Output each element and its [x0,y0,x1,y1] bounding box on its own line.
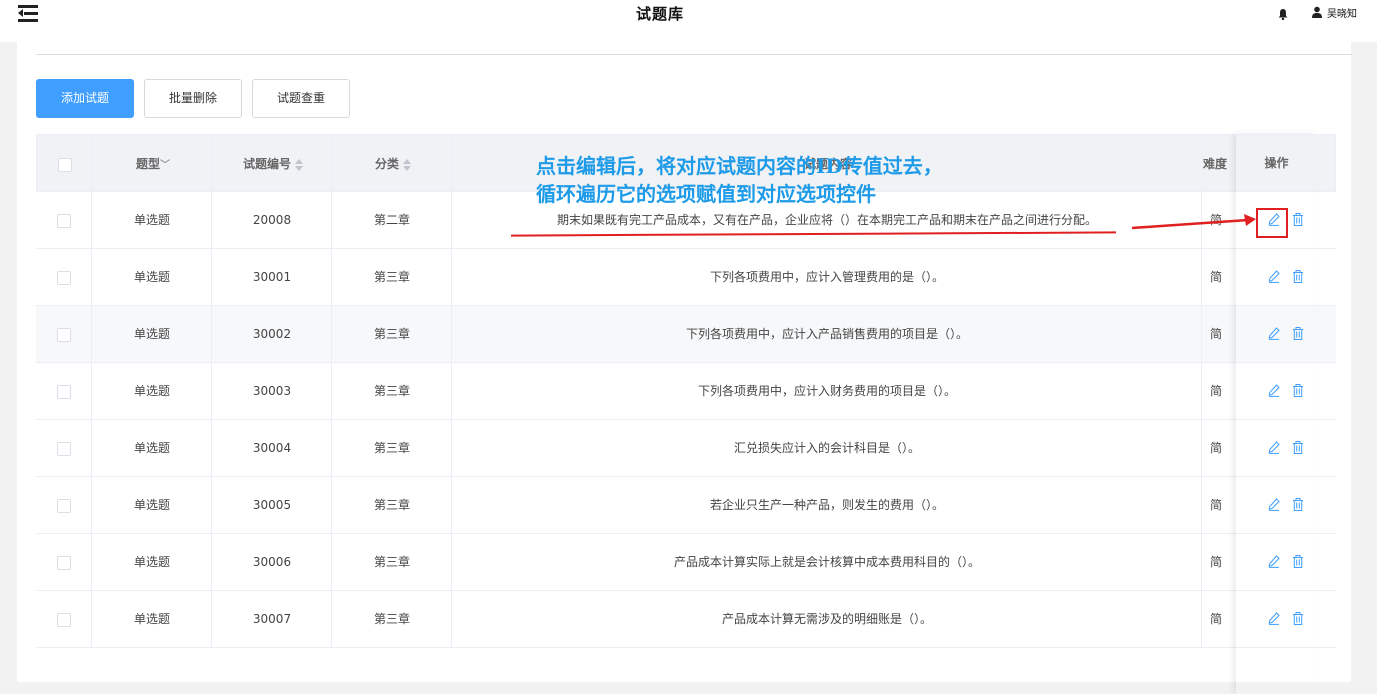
edit-icon[interactable] [1268,270,1280,283]
cell-category: 第三章 [373,384,410,398]
table-row[interactable]: 单选题 30002 第三章 下列各项费用中，应计入产品销售费用的项目是（）。简 [36,306,1336,363]
delete-icon[interactable] [1292,384,1304,397]
annotation-note: 点击编辑后，将对应试题内容的ID传值过去， 循环遍历它的选项赋值到对应选项控件 [536,152,943,208]
cell-content: 产品成本计算无需涉及的明细账是（）。 [721,612,932,626]
delete-icon[interactable] [1292,555,1304,568]
delete-icon[interactable] [1292,441,1304,454]
cell-number: 30001 [252,270,292,284]
cell-type: 单选题 [133,612,170,626]
delete-icon[interactable] [1292,213,1304,226]
header-number-label: 试题编号 [242,157,291,171]
edit-icon[interactable] [1268,498,1280,511]
header-number[interactable]: 试题编号 [213,135,333,193]
highlight-box [1256,208,1288,238]
sort-icon[interactable] [403,158,411,171]
delete-icon[interactable] [1292,327,1304,340]
row-actions [1236,477,1317,534]
cell-content: 下列各项费用中，应计入管理费用的是（）。 [709,270,944,284]
row-checkbox[interactable] [57,328,71,342]
table-row[interactable]: 单选题 30001 第三章 下列各项费用中，应计入管理费用的是（）。简 [36,249,1336,306]
sort-icon[interactable] [295,158,303,171]
header-type[interactable]: 题型﹀ [93,135,213,193]
cell-number: 30003 [252,384,292,398]
cell-type: 单选题 [133,498,170,512]
content-panel: 添加试题 批量删除 试题查重 题型﹀ 试题编号 分类 试题内容 难度 单选题 20… [17,42,1352,682]
cell-category: 第三章 [373,327,410,341]
edit-icon[interactable] [1268,384,1280,397]
user-name[interactable]: 吴晓知 [1327,5,1357,20]
cell-number: 20008 [252,213,292,227]
cell-content: 若企业只生产一种产品，则发生的费用（）。 [709,498,944,512]
cell-content: 下列各项费用中，应计入财务费用的项目是（）。 [697,384,956,398]
edit-icon[interactable] [1268,555,1280,568]
cell-content: 汇兑损失应计入的会计科目是（）。 [733,441,920,455]
row-actions [1236,249,1317,306]
delete-icon[interactable] [1292,270,1304,283]
cell-type: 单选题 [133,213,170,227]
row-checkbox[interactable] [57,214,71,228]
divider [36,54,1352,55]
cell-type: 单选题 [133,555,170,569]
row-checkbox[interactable] [57,556,71,570]
table-row[interactable]: 单选题 30006 第三章 产品成本计算实际上就是会计核算中成本费用科目的（）。简 [36,534,1336,591]
header-category-label: 分类 [374,157,399,171]
table-row[interactable]: 单选题 30004 第三章 汇兑损失应计入的会计科目是（）。简 [36,420,1336,477]
row-actions [1236,306,1317,363]
row-actions [1236,591,1317,648]
user-icon[interactable] [1312,6,1322,18]
table-row[interactable]: 单选题 30003 第三章 下列各项费用中，应计入财务费用的项目是（）。简 [36,363,1336,420]
cell-number: 30002 [252,327,292,341]
delete-icon[interactable] [1292,612,1304,625]
row-checkbox[interactable] [57,385,71,399]
cell-category: 第三章 [373,270,410,284]
check-duplicate-button[interactable]: 试题查重 [252,79,350,118]
row-checkbox[interactable] [57,499,71,513]
edit-icon[interactable] [1268,327,1280,340]
batch-delete-button[interactable]: 批量删除 [144,79,242,118]
cell-category: 第三章 [373,441,410,455]
top-bar: 试题库 吴晓知 [0,0,1377,42]
edit-icon[interactable] [1268,441,1280,454]
cell-number: 30004 [252,441,292,455]
add-question-button[interactable]: 添加试题 [36,79,134,118]
select-all-checkbox[interactable] [58,158,72,172]
cell-category: 第三章 [373,612,410,626]
row-checkbox[interactable] [57,442,71,456]
cell-number: 30006 [252,555,292,569]
cell-content: 下列各项费用中，应计入产品销售费用的项目是（）。 [685,327,968,341]
header-category[interactable]: 分类 [333,135,453,193]
cell-category: 第二章 [373,213,410,227]
row-checkbox[interactable] [57,613,71,627]
arrow-icon [1131,214,1256,230]
delete-icon[interactable] [1292,498,1304,511]
edit-icon[interactable] [1268,612,1280,625]
header-actions: 操作 [1236,134,1317,192]
bell-icon[interactable] [1278,8,1288,20]
header-type-label: 题型 [135,157,160,171]
row-actions [1236,420,1317,477]
annotation-line-2: 循环遍历它的选项赋值到对应选项控件 [536,182,876,206]
cell-type: 单选题 [133,327,170,341]
cell-type: 单选题 [133,270,170,284]
cell-category: 第三章 [373,498,410,512]
table-row[interactable]: 单选题 30007 第三章 产品成本计算无需涉及的明细账是（）。简 [36,591,1336,648]
row-actions [1236,363,1317,420]
cell-number: 30005 [252,498,292,512]
cell-number: 30007 [252,612,292,626]
annotation-line-1: 点击编辑后，将对应试题内容的ID传值过去， [536,154,943,178]
cell-category: 第三章 [373,555,410,569]
cell-type: 单选题 [133,441,170,455]
row-actions [1236,534,1317,591]
table-row[interactable]: 单选题 30005 第三章 若企业只生产一种产品，则发生的费用（）。简 [36,477,1336,534]
chevron-down-icon[interactable]: ﹀ [160,160,170,171]
page-title: 试题库 [635,5,684,23]
row-checkbox[interactable] [57,271,71,285]
cell-type: 单选题 [133,384,170,398]
cell-content: 产品成本计算实际上就是会计核算中成本费用科目的（）。 [673,555,980,569]
